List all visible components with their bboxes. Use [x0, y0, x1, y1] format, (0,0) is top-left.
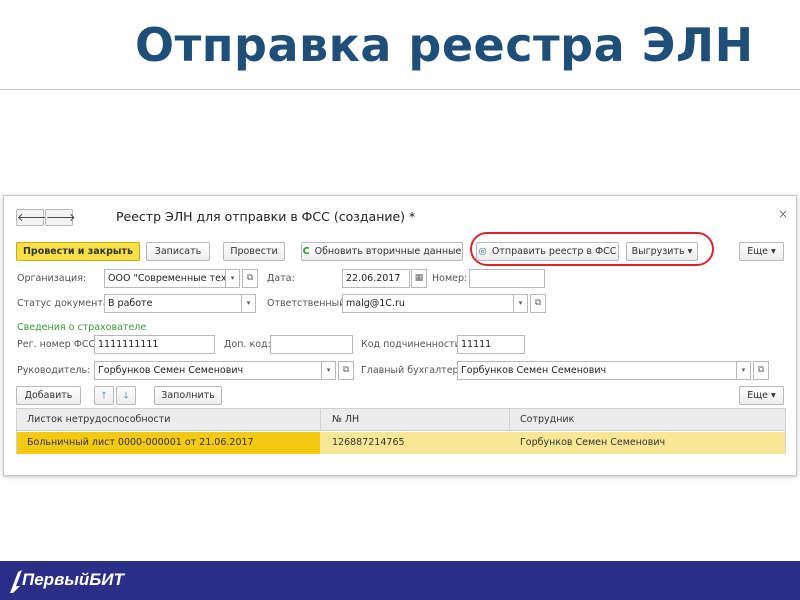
save-button[interactable]: Записать [146, 242, 210, 261]
organization-dropdown[interactable]: ▾ [226, 269, 240, 288]
chevron-down-icon: ▾ [771, 390, 776, 401]
head-field[interactable]: Горбунков Семен Семенович [94, 361, 322, 380]
number-label: Номер: [432, 273, 468, 284]
status-dropdown[interactable]: ▾ [242, 294, 256, 313]
column-header-number[interactable]: № ЛН [332, 409, 359, 431]
title-divider [0, 89, 800, 90]
refresh-secondary-data-button[interactable]: C Обновить вторичные данные [301, 242, 463, 261]
responsible-dropdown[interactable]: ▾ [514, 294, 528, 313]
table-more-button[interactable]: Еще ▾ [739, 386, 784, 405]
accountant-field[interactable]: Горбунков Семен Семенович [457, 361, 737, 380]
send-icon: ◎ [478, 246, 487, 257]
document-window: 🡐 🡒 Реестр ЭЛН для отправки в ФСС (созда… [3, 195, 797, 476]
refresh-label: Обновить вторичные данные [314, 246, 462, 257]
add-row-button[interactable]: Добавить [16, 386, 81, 405]
status-label: Статус документа: [17, 298, 112, 309]
accountant-dropdown[interactable]: ▾ [737, 361, 751, 380]
organization-open-icon[interactable]: ⧉ [242, 269, 258, 288]
accountant-open-icon[interactable]: ⧉ [753, 361, 769, 380]
number-field[interactable] [469, 269, 545, 288]
head-label: Руководитель: [17, 365, 91, 376]
date-field[interactable]: 22.06.2017 [342, 269, 410, 288]
reg-number-field[interactable]: 1111111111 [94, 335, 215, 354]
column-header-sick-leave[interactable]: Листок нетрудоспособности [27, 409, 170, 431]
move-up-icon[interactable]: 🡑 [94, 386, 114, 405]
calendar-icon[interactable]: ▦ [411, 269, 427, 288]
move-down-icon[interactable]: 🡓 [116, 386, 136, 405]
accountant-label: Главный бухгалтер: [361, 365, 462, 376]
more-label: Еще [747, 246, 768, 257]
table-row[interactable]: Больничный лист 0000-000001 от 21.06.201… [17, 432, 785, 454]
send-label: Отправить реестр в ФСС [491, 246, 617, 257]
reg-number-label: Рег. номер ФСС: [17, 339, 99, 350]
status-field[interactable]: В работе [104, 294, 242, 313]
cell-sick-leave[interactable]: Больничный лист 0000-000001 от 21.06.201… [27, 432, 254, 454]
send-registry-button[interactable]: ◎ Отправить реестр в ФСС [476, 242, 619, 261]
chevron-down-icon: ▾ [771, 246, 776, 257]
chevron-down-icon: ▾ [687, 246, 693, 257]
insurer-section-title: Сведения о страхователе [17, 322, 147, 333]
back-button[interactable]: 🡐 [16, 209, 47, 226]
cell-number[interactable]: 126887214765 [332, 432, 405, 454]
subordination-code-label: Код подчиненности: [361, 339, 464, 350]
column-divider [320, 409, 321, 431]
close-icon[interactable]: × [778, 207, 788, 221]
column-header-employee[interactable]: Сотрудник [520, 409, 574, 431]
footer-bar: ПервыйБИТ [0, 561, 800, 600]
fill-button[interactable]: Заполнить [154, 386, 222, 405]
extra-code-label: Доп. код: [224, 339, 271, 350]
slide-title: Отправка реестра ЭЛН [135, 18, 754, 72]
window-title: Реестр ЭЛН для отправки в ФСС (создание)… [116, 209, 416, 224]
post-button[interactable]: Провести [223, 242, 285, 261]
head-open-icon[interactable]: ⧉ [338, 361, 354, 380]
responsible-open-icon[interactable]: ⧉ [530, 294, 546, 313]
sick-leave-table: Листок нетрудоспособности № ЛН Сотрудник… [16, 408, 786, 454]
cell-employee[interactable]: Горбунков Семен Семенович [520, 432, 665, 454]
date-label: Дата: [267, 273, 295, 284]
table-header: Листок нетрудоспособности № ЛН Сотрудник [17, 409, 785, 431]
organization-label: Организация: [17, 273, 87, 284]
more-button[interactable]: Еще ▾ [739, 242, 784, 261]
refresh-icon: C [302, 246, 310, 257]
head-dropdown[interactable]: ▾ [322, 361, 336, 380]
extra-code-field[interactable] [270, 335, 353, 354]
column-divider [509, 409, 510, 431]
post-and-close-button[interactable]: Провести и закрыть [16, 242, 140, 261]
subordination-code-field[interactable]: 11111 [457, 335, 525, 354]
responsible-label: Ответственный: [267, 298, 349, 309]
forward-button[interactable]: 🡒 [45, 209, 76, 226]
more-label: Еще [747, 390, 768, 401]
responsible-field[interactable]: malg@1C.ru [342, 294, 514, 313]
brand-name: ПервыйБИТ [22, 570, 124, 589]
export-button[interactable]: Выгрузить ▾ [626, 242, 698, 261]
export-label: Выгрузить [631, 246, 685, 257]
organization-field[interactable]: ООО "Современные техн [104, 269, 226, 288]
